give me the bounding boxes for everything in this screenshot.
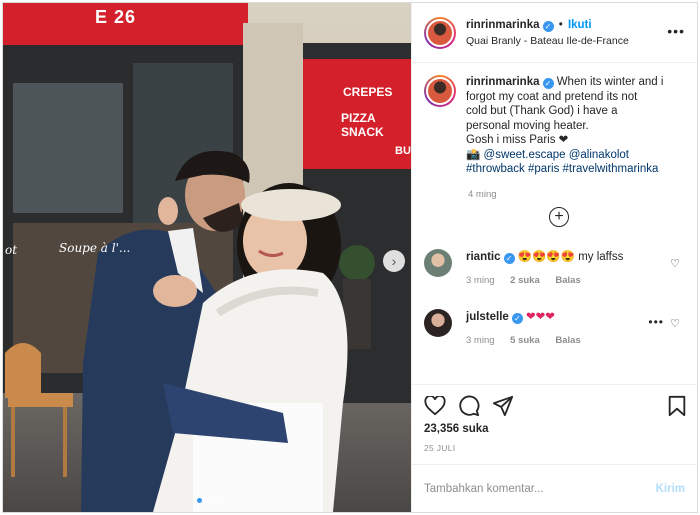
side-awning-line3: BUR — [395, 145, 411, 157]
carousel-dot — [215, 498, 220, 503]
caption-line-1: When its winter and i — [556, 76, 664, 88]
comment-likes[interactable]: 5 suka — [510, 335, 540, 346]
comment-username[interactable]: riantic — [466, 251, 501, 263]
side-awning-line2: PIZZA SNACK — [341, 111, 384, 139]
carousel-dot — [197, 498, 202, 503]
comment-bubble-icon[interactable] — [458, 395, 480, 417]
post-photo[interactable]: E 26 CREPES PIZZA SNACK BUR Soupe à l'..… — [3, 3, 411, 512]
mention-link[interactable]: @sweet.escape — [484, 149, 566, 161]
header-username[interactable]: rinrinmarinka — [466, 19, 540, 31]
comment-text: 😍😍😍😍 my laffss — [517, 251, 624, 263]
awning-text: E 26 — [95, 7, 137, 27]
location-link[interactable]: Quai Branly - Bateau Ile-de-France — [466, 34, 629, 48]
post-actions: 23,356 suka 25 JULI — [412, 384, 697, 464]
post-date: 25 JULI — [424, 443, 456, 453]
add-comment-bar: Kirim — [412, 464, 697, 512]
window-script: Soupe à l'... — [59, 241, 131, 255]
caption-line-2: forgot my coat and pretend its not — [466, 90, 638, 103]
like-heart-icon[interactable] — [424, 396, 446, 416]
hashtag-links[interactable]: #throwback #paris #travelwithmarinka — [466, 163, 658, 175]
like-count[interactable]: 23,356 suka — [424, 423, 685, 435]
reply-button[interactable]: Balas — [555, 335, 580, 346]
window-script-2: ot — [5, 243, 18, 257]
chevron-right-icon: › — [391, 253, 397, 269]
comment-username[interactable]: julstelle — [466, 311, 509, 323]
comment-time[interactable]: 3 ming — [466, 275, 495, 286]
caption-username[interactable]: rinrinmarinka — [466, 76, 540, 88]
comment-likes[interactable]: 2 suka — [510, 275, 540, 286]
side-awning-line1: CREPES — [343, 85, 393, 99]
load-more-comments-button[interactable]: + — [549, 207, 569, 227]
comment-text: ❤❤❤ — [526, 311, 555, 323]
bookmark-icon[interactable] — [667, 395, 687, 417]
post-comment-button[interactable]: Kirim — [656, 483, 685, 495]
verified-badge-icon: ✓ — [503, 253, 515, 264]
more-options-icon[interactable]: ••• — [667, 23, 685, 39]
follow-button[interactable]: Ikuti — [568, 19, 592, 31]
mention-link[interactable]: @alinakolot — [569, 149, 629, 161]
camera-emoji: 📸 — [466, 148, 481, 161]
photo-scene — [3, 3, 411, 512]
avatar[interactable] — [424, 16, 456, 49]
verified-badge-icon: ✓ — [511, 313, 523, 324]
verified-badge-icon: ✓ — [542, 20, 554, 32]
share-send-icon[interactable] — [492, 395, 514, 417]
comment-avatar[interactable] — [424, 249, 452, 277]
caption-line-5: Gosh i miss Paris ❤ — [466, 134, 569, 146]
comments-section: rinrinmarinka ✓ When its winter and i for… — [412, 63, 697, 384]
post-dialog: E 26 CREPES PIZZA SNACK BUR Soupe à l'..… — [2, 2, 698, 513]
comment-avatar[interactable] — [424, 309, 452, 337]
comment-time[interactable]: 3 ming — [466, 335, 495, 346]
caption: rinrinmarinka ✓ When its winter and i for… — [424, 75, 685, 177]
caption-line-3: cold but (Thank God) i have a — [466, 105, 618, 117]
comment-options-icon[interactable]: ••• — [648, 315, 664, 329]
caption-line-4: personal moving heater. — [466, 119, 589, 132]
carousel-dot — [206, 498, 211, 503]
verified-badge-icon: ✓ — [542, 78, 554, 89]
separator-dot: • — [558, 18, 563, 31]
comment-like-heart-icon[interactable]: ♡ — [670, 317, 680, 330]
post-header: rinrinmarinka ✓ • Ikuti Quai Branly - Bat… — [412, 3, 697, 63]
plus-circle-icon: + — [554, 208, 564, 225]
comment-input[interactable] — [424, 482, 624, 495]
next-photo-button[interactable]: › — [383, 250, 405, 272]
comment-item: julstelle ✓ ❤❤❤ 3 ming 5 suka Balas ••• ♡ — [424, 309, 686, 346]
post-side-panel: rinrinmarinka ✓ • Ikuti Quai Branly - Bat… — [411, 3, 697, 512]
caption-avatar[interactable] — [424, 75, 456, 107]
comment-like-heart-icon[interactable]: ♡ — [670, 257, 680, 270]
comment-item: riantic ✓ 😍😍😍😍 my laffss 3 ming 2 suka Ba… — [424, 249, 686, 286]
reply-button[interactable]: Balas — [555, 275, 580, 286]
caption-time[interactable]: 4 ming — [468, 189, 685, 200]
carousel-indicator — [197, 498, 220, 503]
